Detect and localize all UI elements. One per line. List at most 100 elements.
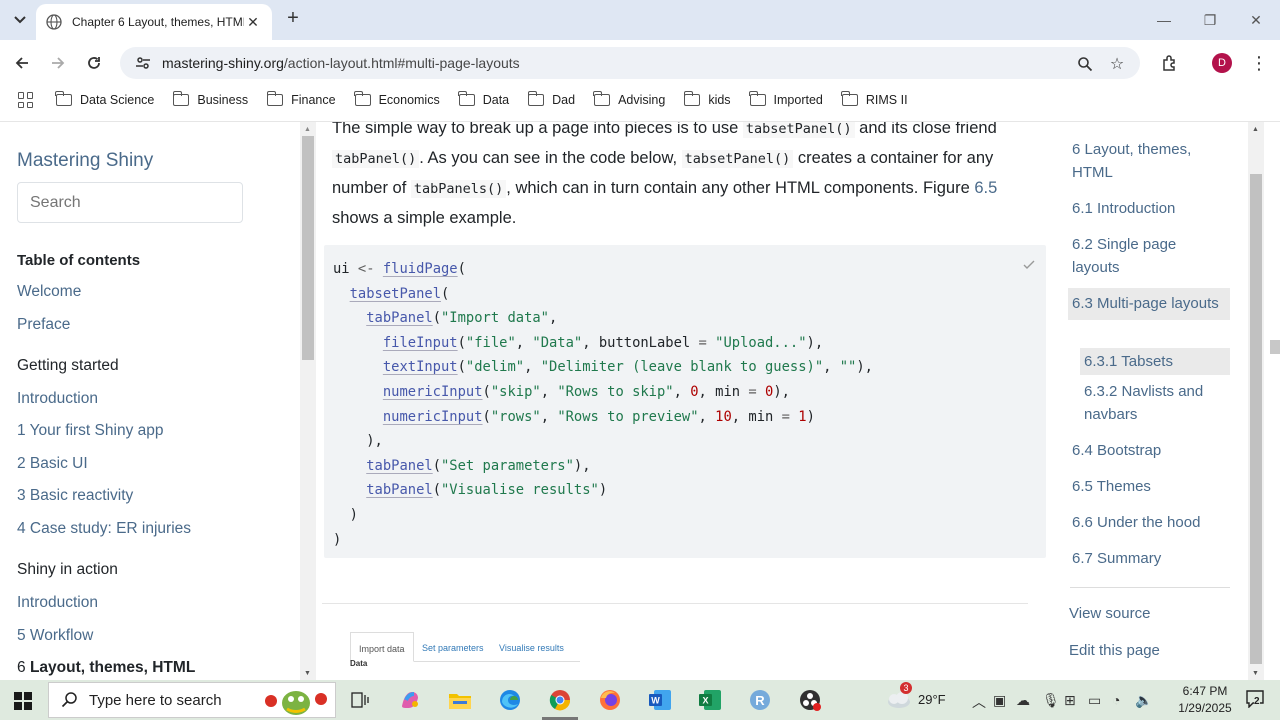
- rstudio-icon[interactable]: R: [746, 686, 774, 714]
- figure-link[interactable]: 6.5: [974, 179, 997, 197]
- copy-check-icon[interactable]: [1022, 258, 1038, 274]
- excel-icon[interactable]: X: [696, 686, 724, 714]
- page-scroll-thumb[interactable]: [1250, 174, 1262, 664]
- word-icon[interactable]: W: [646, 686, 674, 714]
- bookmark-advising[interactable]: Advising: [593, 91, 665, 107]
- view-source-link[interactable]: View source: [1069, 602, 1150, 625]
- firefox-icon[interactable]: [596, 686, 624, 714]
- edit-page-link[interactable]: Edit this page: [1069, 639, 1160, 662]
- page-toc-item[interactable]: 6 Layout, themes, HTML: [1072, 138, 1222, 184]
- wifi-icon[interactable]: ◔: [1112, 692, 1120, 708]
- preview-tab-parameters[interactable]: Set parameters: [414, 632, 492, 662]
- page-toc-item[interactable]: 6.2 Single page layouts: [1072, 233, 1212, 279]
- page-toc-item[interactable]: 6.7 Summary: [1072, 547, 1161, 570]
- browser-menu-icon[interactable]: ⋮: [1250, 52, 1268, 74]
- bookmark-economics[interactable]: Economics: [353, 91, 440, 107]
- page-scrollbar[interactable]: ▲ ▼: [1248, 122, 1264, 680]
- copilot-icon[interactable]: [396, 686, 424, 714]
- folder-icon: [458, 91, 475, 106]
- scroll-up-arrow-icon[interactable]: ▲: [1252, 126, 1259, 133]
- system-tray: 3 29°F ︿ ▣ ☁ 🎙 ⊞ ▭ ◔ 🔈 6:47 PM 1/29/2025…: [880, 680, 1280, 720]
- search-input[interactable]: [17, 182, 243, 223]
- page-toc-subitem[interactable]: 6.3.2 Navlists and navbars: [1084, 380, 1224, 426]
- sidebar-scroll-thumb[interactable]: [302, 136, 314, 360]
- chrome-icon[interactable]: [546, 686, 574, 714]
- forward-button[interactable]: [46, 51, 70, 75]
- scroll-up-arrow-icon[interactable]: ▲: [304, 126, 311, 133]
- toc-item-chapter-4[interactable]: 4 Case study: ER injuries: [17, 520, 191, 538]
- toc-item-chapter-5[interactable]: 5 Workflow: [17, 627, 93, 645]
- tab-strip: Chapter 6 Layout, themes, HTML ✕ + — ❐ ✕: [0, 0, 1280, 40]
- toc-item-introduction-2[interactable]: Introduction: [17, 594, 98, 612]
- book-title-link[interactable]: Mastering Shiny: [17, 150, 153, 172]
- toc-item-chapter-3[interactable]: 3 Basic reactivity: [17, 487, 133, 505]
- notifications-icon[interactable]: 2: [1246, 690, 1266, 710]
- system-clock[interactable]: 6:47 PM 1/29/2025: [1160, 683, 1250, 717]
- restore-button[interactable]: ❐: [1190, 6, 1230, 34]
- scroll-down-arrow-icon[interactable]: ▼: [1252, 670, 1259, 677]
- page-toc-item-active[interactable]: 6.3 Multi-page layouts: [1068, 288, 1230, 320]
- browser-tab-active[interactable]: Chapter 6 Layout, themes, HTML ✕: [36, 4, 272, 40]
- page-toc-subitem-active[interactable]: 6.3.1 Tabsets: [1080, 348, 1230, 375]
- minimize-button[interactable]: —: [1144, 6, 1184, 34]
- outer-scrollbar[interactable]: [1264, 122, 1280, 680]
- page-toc-item[interactable]: 6.5 Themes: [1072, 475, 1151, 498]
- bookmark-data-science[interactable]: Data Science: [55, 91, 155, 107]
- zoom-icon[interactable]: [1074, 53, 1096, 75]
- inline-code: tabPanel(): [332, 150, 420, 168]
- profile-avatar[interactable]: D: [1212, 53, 1232, 73]
- bookmark-kids[interactable]: kids: [683, 91, 731, 107]
- close-tab-icon[interactable]: ✕: [244, 14, 262, 31]
- tab-search-button[interactable]: [8, 8, 32, 32]
- new-tab-button[interactable]: +: [282, 8, 304, 30]
- task-view-icon[interactable]: [346, 686, 374, 714]
- arrow-right-icon: [52, 57, 65, 69]
- microphone-icon[interactable]: 🎙: [1042, 692, 1060, 709]
- apps-grid-icon[interactable]: [18, 92, 34, 108]
- preview-tab-results[interactable]: Visualise results: [491, 632, 572, 662]
- toc-item-introduction[interactable]: Introduction: [17, 390, 98, 408]
- page-toc-item[interactable]: 6.4 Bootstrap: [1072, 439, 1161, 462]
- folder-icon: [841, 91, 858, 106]
- preview-tab-import[interactable]: Import data: [350, 632, 414, 662]
- page-toc-item[interactable]: 6.1 Introduction: [1072, 197, 1175, 220]
- volume-icon[interactable]: 🔈: [1135, 692, 1152, 709]
- bookmark-label: Data Science: [80, 93, 155, 107]
- site-settings-icon[interactable]: [134, 54, 152, 72]
- extensions-icon[interactable]: [1158, 51, 1182, 75]
- bookmark-rims-ii[interactable]: RIMS II: [841, 91, 908, 107]
- bookmark-dad[interactable]: Dad: [527, 91, 575, 107]
- address-bar[interactable]: mastering-shiny.org/action-layout.html#m…: [120, 47, 1140, 79]
- folder-icon: [172, 91, 190, 106]
- scroll-down-arrow-icon[interactable]: ▼: [304, 670, 311, 677]
- windows-start-icon[interactable]: [14, 692, 32, 710]
- outer-scroll-thumb[interactable]: [1270, 340, 1280, 354]
- code-block: ui <- fluidPage( tabsetPanel( tabPanel("…: [324, 245, 1046, 558]
- taskbar-search-box[interactable]: Type here to search: [48, 682, 336, 718]
- edge-browser-icon[interactable]: [496, 686, 524, 714]
- onedrive-cloud-icon[interactable]: ☁: [1016, 692, 1030, 709]
- sidebar-scrollbar[interactable]: ▲ ▼: [300, 122, 316, 680]
- toc-item-welcome[interactable]: Welcome: [17, 283, 81, 301]
- toc-item-preface[interactable]: Preface: [17, 316, 70, 334]
- weather-icon[interactable]: 3: [886, 682, 912, 710]
- toc-item-chapter-1[interactable]: 1 Your first Shiny app: [17, 422, 164, 440]
- obs-recording-icon[interactable]: [796, 686, 824, 714]
- book-sidebar: Mastering Shiny Table of contents Welcom…: [0, 122, 300, 680]
- toc-item-chapter-2[interactable]: 2 Basic UI: [17, 455, 88, 473]
- bookmark-business[interactable]: Business: [172, 91, 248, 107]
- bookmark-imported[interactable]: Imported: [748, 91, 823, 107]
- back-button[interactable]: [10, 51, 34, 75]
- chevron-up-icon[interactable]: ︿: [972, 692, 986, 712]
- file-explorer-icon[interactable]: [446, 686, 474, 714]
- reload-button[interactable]: [82, 51, 106, 75]
- bookmark-finance[interactable]: Finance: [266, 91, 336, 107]
- bookmark-star-icon[interactable]: ☆: [1106, 53, 1128, 75]
- meet-now-icon[interactable]: ▣: [993, 692, 1006, 709]
- battery-icon[interactable]: ▭: [1088, 692, 1101, 709]
- close-window-button[interactable]: ✕: [1236, 6, 1276, 34]
- bookmark-data[interactable]: Data: [458, 91, 509, 107]
- display-settings-icon[interactable]: ⊞: [1064, 692, 1076, 709]
- toc-item-chapter-6-active[interactable]: 6 Layout, themes, HTML: [17, 659, 195, 677]
- page-toc-item[interactable]: 6.6 Under the hood: [1072, 511, 1200, 534]
